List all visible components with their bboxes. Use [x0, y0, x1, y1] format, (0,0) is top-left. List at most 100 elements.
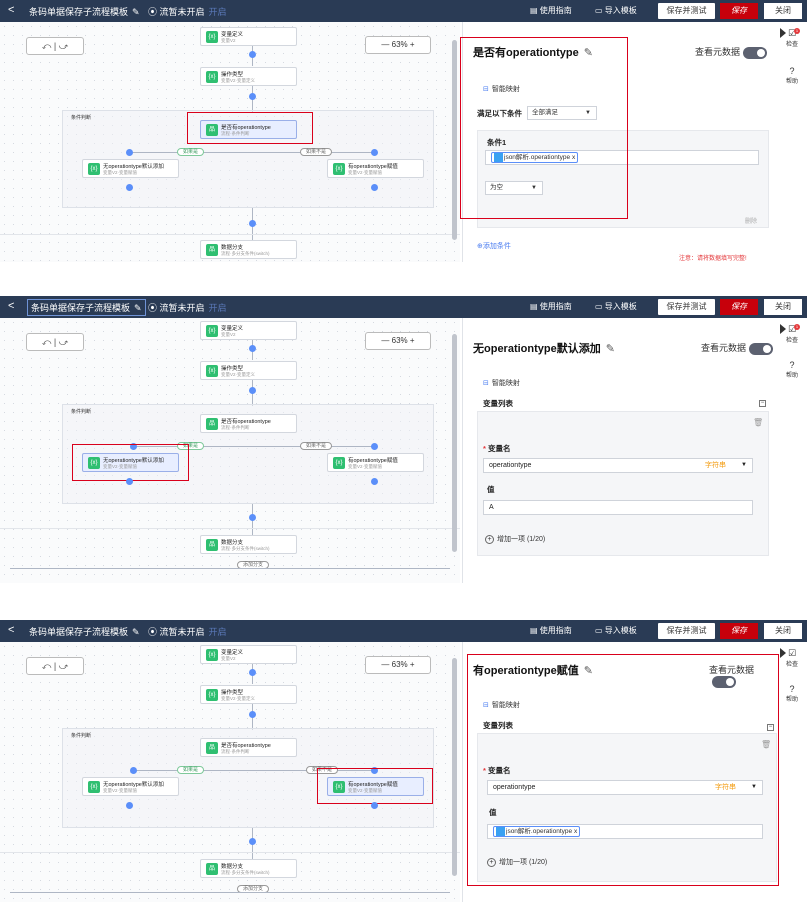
add-node-dot[interactable] [249, 838, 256, 845]
node-yes-op[interactable]: {x} 有operationtype赋值 变量V2·变量赋值 [327, 159, 424, 178]
help-button[interactable]: ? 帮助 [786, 360, 798, 379]
save-and-test-button[interactable]: 保存并测试 [658, 3, 715, 19]
node-data-branch[interactable]: 品数据分支 流程·多分支条件(switch) [200, 535, 297, 554]
node-var-def[interactable]: {x} 变量定义 变量V2 [200, 321, 297, 340]
edit-icon[interactable]: ✎ [134, 303, 142, 313]
view-metadata[interactable]: 查看元数据 [695, 45, 768, 59]
value-input[interactable]: A [483, 500, 753, 515]
undo-redo-control[interactable]: ⤺ | ⤻ [26, 37, 84, 55]
canvas-scrollbar[interactable] [452, 40, 457, 240]
node-yes-op[interactable]: {x} 有operationtype赋值 变量V2·变量赋值 [327, 453, 424, 472]
branch-tag-yes[interactable]: 如果是 [177, 148, 205, 156]
node-no-op[interactable]: {x} 无operationtype默认添加 变量V2·变量赋值 [82, 159, 179, 178]
flow-canvas[interactable]: ⤺ | ⤻ — 63% + {x} 变量定义 变量V2 {x} 操作类型 变量V2·变量… [0, 22, 460, 262]
save-button[interactable]: 保存 [720, 623, 758, 639]
add-node-dot[interactable] [371, 184, 378, 191]
canvas-scrollbar[interactable] [452, 334, 457, 552]
add-node-dot[interactable] [371, 478, 378, 485]
node-op-type[interactable]: {x} 操作类型 变量V2·变量定义 [200, 67, 297, 86]
node-has-op[interactable]: 品是否有operationtype 流程·条件判断 [200, 738, 297, 757]
import-template-button[interactable]: ▭ 导入模板 [595, 5, 637, 16]
save-button[interactable]: 保存 [720, 3, 758, 19]
add-node-dot[interactable] [371, 443, 378, 450]
save-button[interactable]: 保存 [720, 299, 758, 315]
import-template-button[interactable]: ▭ 导入模板 [595, 625, 637, 636]
flow-open-link[interactable]: 开启 [209, 627, 227, 637]
help-button[interactable]: ? 帮助 [786, 66, 798, 85]
edit-icon[interactable]: ✎ [132, 627, 140, 637]
back-icon[interactable]: < [8, 624, 14, 636]
collapse-icon[interactable]: − [759, 400, 766, 407]
branch-tag-no[interactable]: 如果不是 [300, 148, 333, 156]
add-node-dot[interactable] [249, 514, 256, 521]
add-node-dot[interactable] [126, 478, 133, 485]
branch-tag-no[interactable]: 如果不是 [300, 442, 333, 450]
flow-open-link[interactable]: 开启 [209, 303, 227, 313]
back-icon[interactable]: < [8, 300, 14, 312]
close-button[interactable]: 关闭 [764, 299, 802, 315]
add-node-dot[interactable] [126, 184, 133, 191]
node-data-branch[interactable]: 品数据分支 流程·多分支条件(switch) [200, 859, 297, 878]
add-node-dot[interactable] [371, 149, 378, 156]
check-button[interactable]: ☑ 1 检查 [786, 324, 801, 344]
flow-title[interactable]: 条码单据保存子流程模板 ✎ [27, 299, 146, 316]
smart-mapping[interactable]: ⊟ 智能映射 [483, 378, 520, 388]
chevron-down-icon[interactable]: ▼ [741, 459, 747, 472]
add-node-dot[interactable] [249, 51, 256, 58]
flow-title[interactable]: 条码单据保存子流程模板 ✎ [29, 5, 140, 18]
flow-canvas[interactable]: ⤺ | ⤻ — 63% + {x} 变量定义 变量V2 {x} 操作类型 变量V2·变量… [0, 642, 460, 902]
node-var-def[interactable]: {x} 变量定义 变量V2 [200, 27, 297, 46]
add-node-dot[interactable] [249, 220, 256, 227]
trash-icon[interactable]: 🗑 [753, 418, 763, 427]
flow-title[interactable]: 条码单据保存子流程模板 ✎ [29, 625, 140, 638]
add-node-dot[interactable] [249, 387, 256, 394]
close-button[interactable]: 关闭 [764, 623, 802, 639]
back-icon[interactable]: < [8, 4, 14, 16]
help-button[interactable]: ? 帮助 [786, 684, 798, 703]
import-template-button[interactable]: ▭ 导入模板 [595, 301, 637, 312]
add-condition-button[interactable]: ⊕添加条件 [477, 241, 511, 251]
add-node-dot[interactable] [371, 802, 378, 809]
zoom-control[interactable]: — 63% + [365, 36, 431, 54]
node-data-branch[interactable]: 品数据分支 流程·多分支条件(switch) [200, 240, 297, 259]
node-op-type[interactable]: {x} 操作类型 变量V2·变量定义 [200, 361, 297, 380]
check-button[interactable]: ☑ 检查 [786, 648, 798, 668]
save-and-test-button[interactable]: 保存并测试 [658, 299, 715, 315]
guide-button[interactable]: ▤ 使用指南 [530, 301, 572, 312]
node-title: 变量定义 [221, 32, 244, 38]
canvas-scrollbar[interactable] [452, 658, 457, 876]
view-metadata[interactable]: 查看元数据 [701, 341, 774, 355]
node-op-type[interactable]: {x} 操作类型 变量V2·变量定义 [200, 685, 297, 704]
undo-redo-control[interactable]: ⤺ | ⤻ [26, 333, 84, 351]
node-var-def[interactable]: {x} 变量定义 变量V2 [200, 645, 297, 664]
close-button[interactable]: 关闭 [764, 3, 802, 19]
add-node-dot[interactable] [126, 149, 133, 156]
branch-tag-yes[interactable]: 如果是 [177, 766, 205, 774]
zoom-control[interactable]: — 63% + [365, 332, 431, 350]
guide-button[interactable]: ▤ 使用指南 [530, 625, 572, 636]
edit-icon[interactable]: ✎ [606, 343, 615, 355]
edit-icon[interactable]: ✎ [132, 7, 140, 17]
save-and-test-button[interactable]: 保存并测试 [658, 623, 715, 639]
node-has-op[interactable]: 品是否有operationtype 流程·条件判断 [200, 414, 297, 433]
add-node-dot[interactable] [130, 767, 137, 774]
delete-link[interactable]: 删除 [745, 216, 757, 225]
metadata-toggle[interactable] [749, 342, 774, 355]
flow-open-link[interactable]: 开启 [209, 7, 227, 17]
add-node-dot[interactable] [249, 345, 256, 352]
add-node-dot[interactable] [249, 711, 256, 718]
add-item-button[interactable]: + 增加一项 (1/20) [485, 534, 545, 544]
add-node-dot[interactable] [249, 93, 256, 100]
node-no-op[interactable]: {x} 无operationtype默认添加 变量V2·变量赋值 [82, 777, 179, 796]
var-name-input[interactable]: operationtype 字符串 ▼ [483, 458, 753, 473]
add-node-dot[interactable] [126, 802, 133, 809]
check-button[interactable]: ☑ 1 检查 [786, 28, 801, 48]
metadata-toggle[interactable] [743, 46, 768, 59]
undo-redo-control[interactable]: ⤺ | ⤻ [26, 657, 84, 675]
guide-button[interactable]: ▤ 使用指南 [530, 5, 572, 16]
add-node-dot[interactable] [249, 669, 256, 676]
flow-canvas[interactable]: ⤺ | ⤻ — 63% + {x} 变量定义 变量V2 {x} 操作类型 变量V2·变量… [0, 318, 460, 583]
flow-title-text: 条码单据保存子流程模板 [31, 303, 131, 313]
zoom-control[interactable]: — 63% + [365, 656, 431, 674]
flow-status: ⦿ 流暂未开启 开启 [148, 301, 227, 314]
